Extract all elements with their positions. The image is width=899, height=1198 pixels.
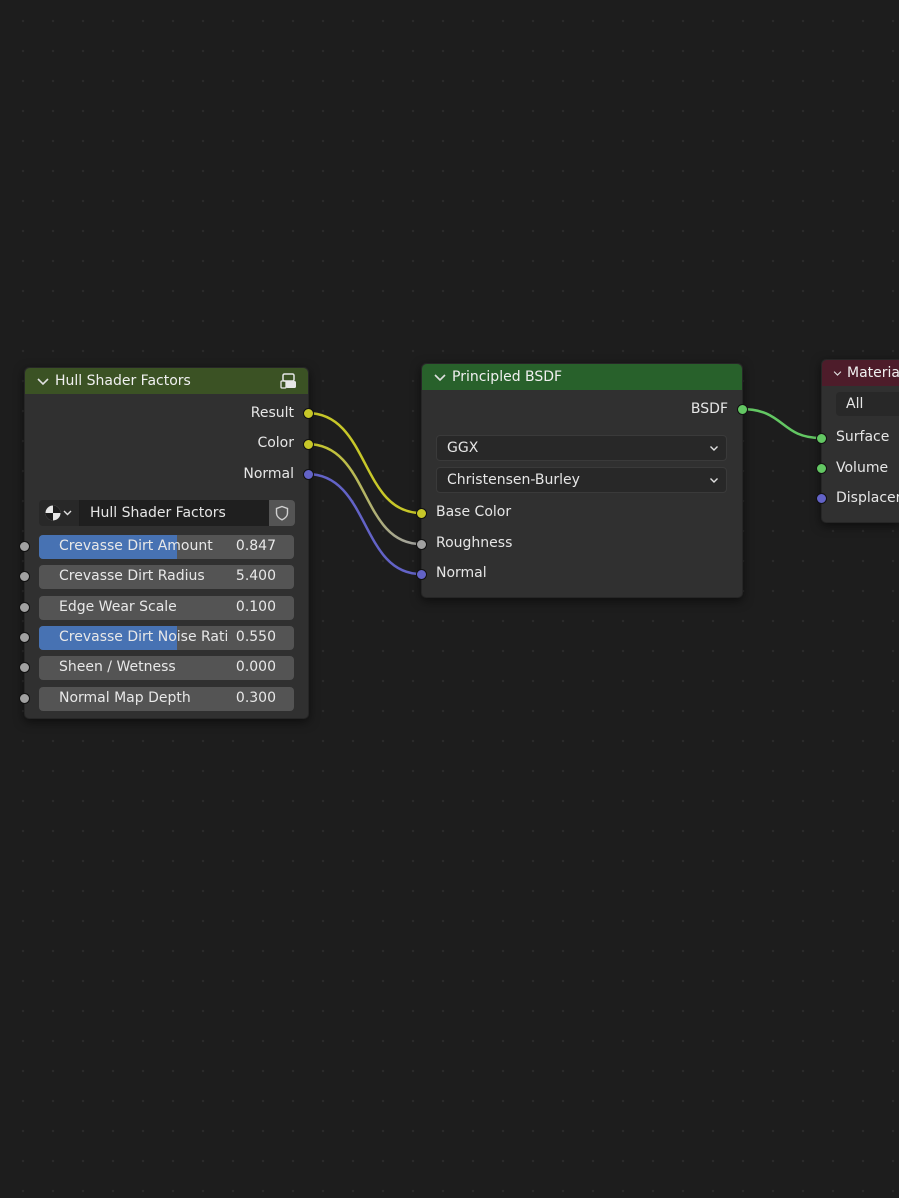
surface-socket[interactable] — [816, 433, 827, 444]
output-target-value: All — [846, 396, 864, 412]
output-node-header[interactable]: Materia — [822, 360, 899, 386]
hull-input-socket-0[interactable] — [19, 541, 30, 552]
chevron-down-icon[interactable] — [832, 365, 843, 381]
link-color-to-roughness — [306, 442, 422, 546]
chevron-down-icon[interactable] — [432, 369, 448, 385]
hull-output-normal-label: Normal — [243, 466, 294, 482]
hull-output-result-socket[interactable] — [303, 408, 314, 419]
subsurface-method-value: Christensen-Burley — [447, 472, 580, 488]
node-group-browse-button[interactable] — [39, 500, 80, 526]
sheen-wetness-label: Sheen / Wetness — [59, 659, 176, 675]
crevasse-dirt-amount-value: 0.847 — [235, 538, 276, 554]
hull-node-title: Hull Shader Factors — [55, 373, 191, 389]
hull-shader-factors-node[interactable]: Hull Shader Factors Result Color Normal … — [19, 367, 314, 719]
edge-wear-scale-field[interactable]: Edge Wear Scale 0.100 — [39, 596, 294, 620]
bsdf-output-socket[interactable] — [737, 404, 748, 415]
hull-input-socket-2[interactable] — [19, 602, 30, 613]
hull-input-socket-4[interactable] — [19, 662, 30, 673]
volume-socket[interactable] — [816, 463, 827, 474]
node-tree-icon — [45, 505, 72, 521]
shield-icon — [275, 505, 289, 521]
hull-input-socket-3[interactable] — [19, 632, 30, 643]
hull-output-result-label: Result — [250, 405, 294, 421]
base-color-socket[interactable] — [416, 508, 427, 519]
crevasse-dirt-noise-ratio-value: 0.550 — [235, 629, 276, 645]
hull-input-socket-1[interactable] — [19, 571, 30, 582]
surface-label: Surface — [836, 429, 890, 445]
link-normal-to-normal — [306, 472, 422, 576]
bsdf-output-label: BSDF — [690, 401, 728, 417]
crevasse-dirt-radius-field[interactable]: Crevasse Dirt Radius 5.400 — [39, 565, 294, 589]
sheen-wetness-value: 0.000 — [235, 659, 276, 675]
crevasse-dirt-amount-field[interactable]: Crevasse Dirt Amount 0.847 — [39, 535, 294, 559]
displacement-socket[interactable] — [816, 493, 827, 504]
chevron-down-icon — [710, 446, 718, 451]
sheen-wetness-field[interactable]: Sheen / Wetness 0.000 — [39, 656, 294, 680]
hull-output-color-label: Color — [257, 435, 294, 451]
normal-map-depth-value: 0.300 — [235, 690, 276, 706]
crevasse-dirt-radius-value: 5.400 — [235, 568, 276, 584]
roughness-socket[interactable] — [416, 539, 427, 550]
distribution-dropdown[interactable]: GGX — [436, 435, 727, 461]
crevasse-dirt-noise-ratio-label: Crevasse Dirt Noise Ratio — [59, 629, 227, 645]
normal-map-depth-label: Normal Map Depth — [59, 690, 191, 706]
chevron-down-icon — [710, 478, 718, 483]
material-output-node[interactable]: Materia All Surface Volume Displacer — [821, 359, 899, 523]
bsdf-node-header[interactable]: Principled BSDF — [422, 364, 742, 390]
hull-output-normal-socket[interactable] — [303, 469, 314, 480]
normal-label: Normal — [436, 565, 487, 581]
edge-wear-scale-value: 0.100 — [235, 599, 276, 615]
crevasse-dirt-radius-label: Crevasse Dirt Radius — [59, 568, 205, 584]
link-bsdf-to-surface — [740, 407, 822, 440]
subsurface-method-dropdown[interactable]: Christensen-Burley — [436, 467, 727, 493]
volume-label: Volume — [836, 460, 889, 476]
distribution-value: GGX — [447, 440, 479, 456]
edge-wear-scale-label: Edge Wear Scale — [59, 599, 177, 615]
hull-input-socket-5[interactable] — [19, 693, 30, 704]
node-group-selector: Hull Shader Factors — [39, 500, 295, 526]
base-color-label: Base Color — [436, 504, 512, 520]
output-node-title: Materia — [847, 365, 899, 381]
chevron-down-icon[interactable] — [35, 373, 51, 389]
hull-node-header[interactable]: Hull Shader Factors — [25, 368, 308, 394]
link-result-to-base-color — [306, 411, 422, 515]
output-target-dropdown[interactable]: All — [836, 392, 899, 416]
hull-output-color-socket[interactable] — [303, 439, 314, 450]
node-group-icon — [280, 373, 296, 389]
normal-map-depth-field[interactable]: Normal Map Depth 0.300 — [39, 687, 294, 711]
normal-socket[interactable] — [416, 569, 427, 580]
crevasse-dirt-amount-label: Crevasse Dirt Amount — [59, 538, 213, 554]
displacement-label: Displacer — [836, 490, 899, 506]
crevasse-dirt-noise-ratio-field[interactable]: Crevasse Dirt Noise Ratio 0.550 — [39, 626, 294, 650]
principled-bsdf-node[interactable]: Principled BSDF BSDF GGX Christensen-Bur… — [416, 363, 748, 598]
bsdf-node-title: Principled BSDF — [452, 369, 563, 385]
fake-user-button[interactable] — [269, 500, 295, 526]
roughness-label: Roughness — [436, 535, 513, 551]
node-group-name-field[interactable]: Hull Shader Factors — [80, 500, 269, 526]
